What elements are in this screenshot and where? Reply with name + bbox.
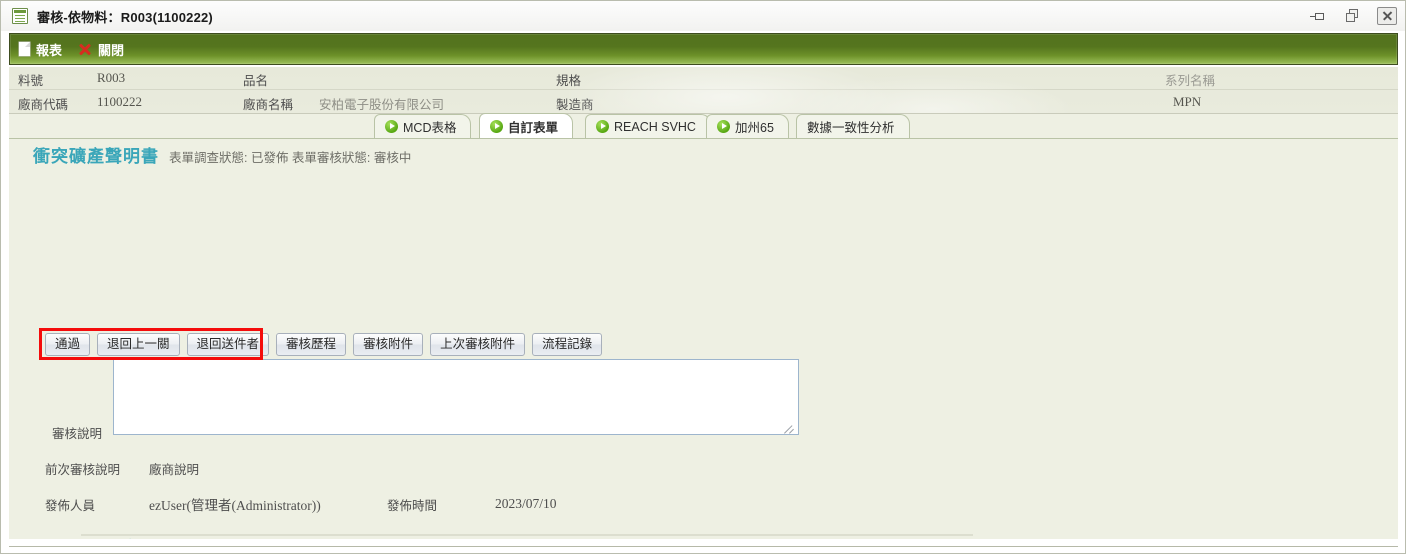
tab-california-65[interactable]: 加州65: [706, 114, 789, 138]
tab-custom-form[interactable]: 自訂表單: [479, 113, 574, 138]
tab-reach-svhc[interactable]: REACH SVHC: [585, 114, 711, 138]
green-play-icon: [385, 120, 398, 133]
field-label-mpn: MPN: [1173, 94, 1202, 109]
record-header-row-2: 廠商代碼 1100222 廠商名稱 安柏電子股份有限公司 製造商 MPN: [9, 91, 1398, 113]
action-button-row: 通過 退回上一關 退回送件者 審核歷程 審核附件 上次審核附件 流程記錄: [45, 333, 603, 356]
window-title: 審核-依物料：R003(1100222): [37, 9, 213, 25]
field-label-part-no: 料號: [18, 74, 44, 88]
green-play-icon: [717, 120, 730, 133]
form-title-row: 衝突礦產聲明書 表單調查狀態: 已發佈 表單審核狀態: 審核中: [33, 142, 411, 167]
tab-label: 數據一致性分析: [807, 121, 895, 135]
review-history-button[interactable]: 審核歷程: [276, 333, 347, 356]
field-label-vendor-code: 廠商代碼: [18, 98, 69, 112]
last-review-attachment-button[interactable]: 上次審核附件: [430, 333, 526, 356]
publisher-label: 發佈人員: [45, 498, 96, 513]
green-play-icon: [490, 119, 503, 133]
previous-review-row: 前次審核說明 廠商說明: [45, 459, 199, 478]
field-label-part-name: 品名: [243, 74, 269, 88]
field-label-series-name: 系列名稱: [1165, 74, 1216, 88]
field-label-vendor-name: 廠商名稱: [243, 98, 294, 112]
title-bar: 審核-依物料：R003(1100222): [1, 1, 1405, 31]
tab-label: REACH SVHC: [614, 119, 696, 134]
minimize-pin-icon[interactable]: [1309, 6, 1329, 26]
bottom-rule: [81, 534, 973, 536]
return-previous-button[interactable]: 退回上一關: [97, 333, 180, 356]
close-button[interactable]: 關閉: [78, 40, 124, 59]
review-comment-input[interactable]: [113, 359, 799, 435]
field-value-vendor-name: 安柏電子股份有限公司: [319, 98, 445, 112]
field-value-vendor-code: 1100222: [97, 94, 143, 109]
close-button-label: 關閉: [98, 42, 125, 58]
close-window-icon[interactable]: [1377, 7, 1397, 25]
title-bar-left: 審核-依物料：R003(1100222): [12, 1, 213, 31]
field-value-part-no: R003: [97, 70, 126, 85]
report-button-label: 報表: [36, 42, 63, 58]
application-window: 審核-依物料：R003(1100222) 報表 關閉 料號 R003 品名 規格: [0, 0, 1406, 554]
form-status-text: 表單調查狀態: 已發佈 表單審核狀態: 審核中: [169, 151, 412, 165]
publish-time-label: 發佈時間: [387, 498, 438, 513]
tab-label: MCD表格: [403, 121, 457, 135]
tab-data-consistency-analysis[interactable]: 數據一致性分析: [796, 114, 910, 138]
publisher-value: ezUser(管理者(Administrator)): [149, 498, 321, 513]
green-play-icon: [596, 120, 609, 133]
publish-time-value: 2023/07/10: [495, 496, 557, 511]
restore-window-icon[interactable]: [1343, 6, 1363, 26]
tab-label: 加州65: [735, 121, 774, 135]
return-sender-button[interactable]: 退回送件者: [186, 333, 270, 356]
form-title: 衝突礦產聲明書: [33, 147, 159, 166]
process-log-button[interactable]: 流程記錄: [532, 333, 603, 356]
content-bottom-edge: [9, 546, 1398, 547]
publisher-row: 發佈人員 ezUser(管理者(Administrator)) 發佈時間 202…: [45, 494, 557, 514]
review-attachment-button[interactable]: 審核附件: [353, 333, 424, 356]
tab-label: 自訂表單: [508, 120, 559, 135]
record-header: 料號 R003 品名 規格 系列名稱 廠商代碼 1100222 廠商名稱 安柏電…: [9, 67, 1398, 114]
document-list-icon: [12, 8, 28, 24]
report-button[interactable]: 報表: [19, 40, 62, 59]
tab-mcd-table[interactable]: MCD表格: [374, 114, 472, 138]
field-label-spec: 規格: [556, 74, 582, 88]
report-document-icon: [19, 42, 30, 56]
form-content: 衝突礦產聲明書 表單調查狀態: 已發佈 表單審核狀態: 審核中 通過 退回上一關…: [9, 139, 1398, 539]
field-label-manufacturer: 製造商: [556, 98, 594, 112]
record-header-row-1: 料號 R003 品名 規格 系列名稱: [9, 67, 1398, 90]
close-x-icon: [78, 42, 92, 56]
approve-button[interactable]: 通過: [45, 333, 91, 356]
previous-review-label: 前次審核說明: [45, 463, 121, 477]
toolbar: 報表 關閉: [9, 33, 1398, 65]
window-controls: [1309, 5, 1397, 27]
review-comment-label: 審核說明: [52, 427, 103, 441]
tab-strip: MCD表格 自訂表單 REACH SVHC 加州65 數據一致性分析: [9, 113, 1398, 139]
previous-review-value: 廠商說明: [149, 463, 200, 477]
